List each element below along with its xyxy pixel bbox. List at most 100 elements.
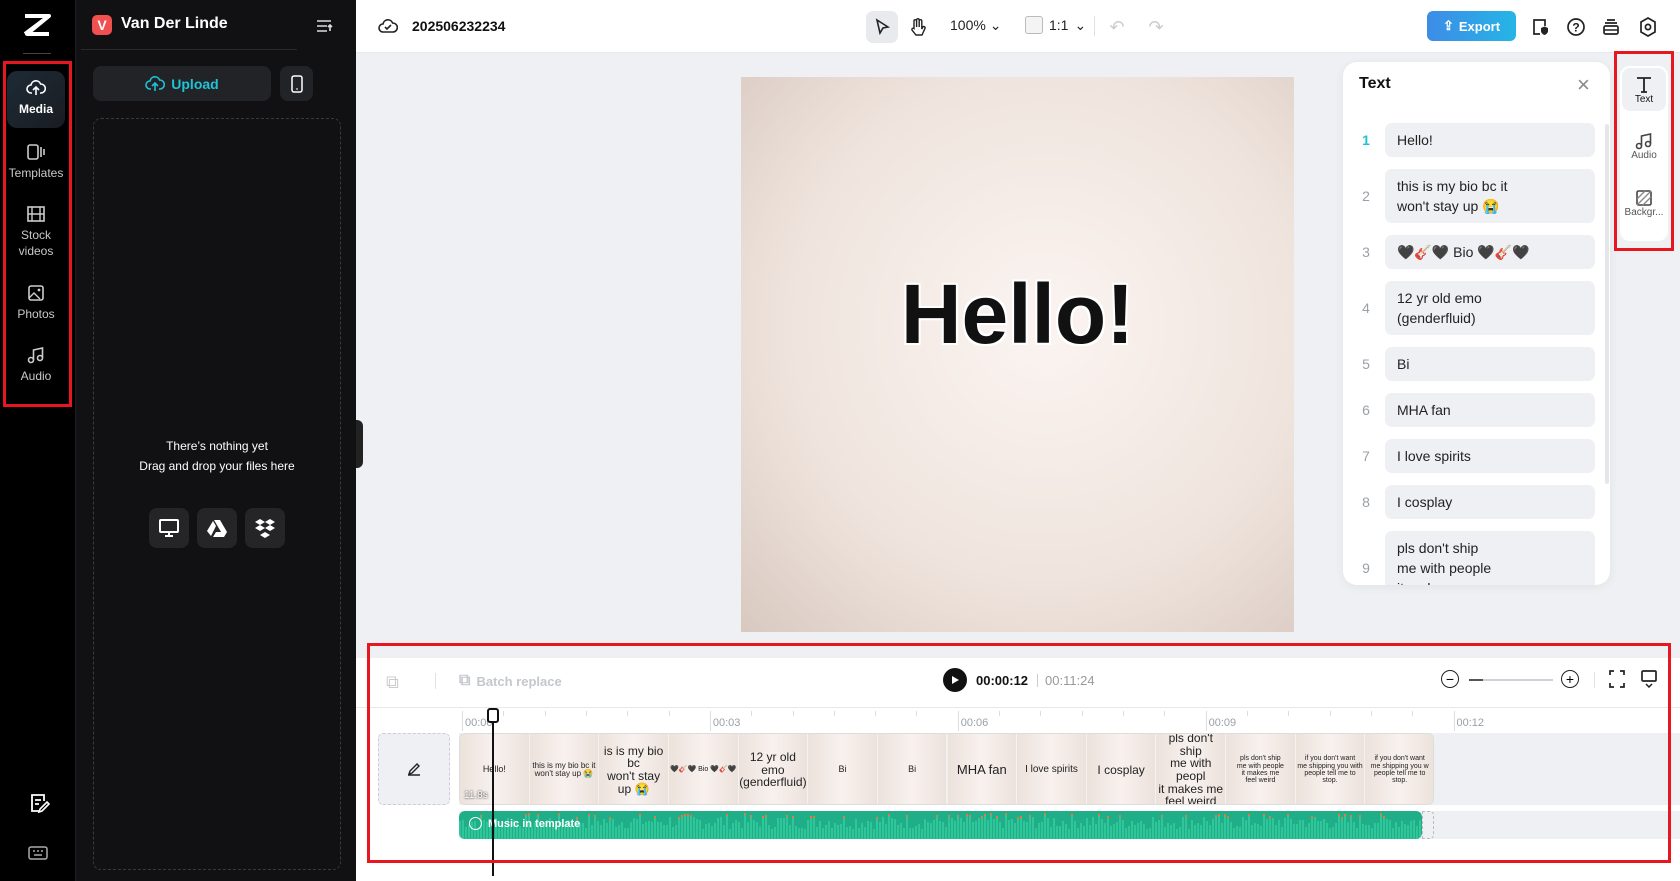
preview-mode-icon[interactable] bbox=[1641, 670, 1657, 693]
play-button[interactable] bbox=[943, 668, 967, 692]
workspace-name[interactable]: Van Der Linde bbox=[121, 15, 228, 33]
rail-item-templates[interactable]: Templates bbox=[7, 143, 65, 181]
feedback-icon[interactable] bbox=[28, 792, 51, 819]
waveform-bar bbox=[1125, 827, 1127, 839]
license-check-button[interactable] bbox=[1524, 11, 1556, 43]
dropbox-button[interactable] bbox=[245, 508, 285, 548]
playhead[interactable] bbox=[486, 708, 499, 876]
scrollbar[interactable] bbox=[1605, 124, 1609, 484]
text-item-field[interactable]: I cosplay bbox=[1385, 485, 1595, 519]
text-item-field[interactable]: this is my bio bc it won't stay up 😭 bbox=[1385, 169, 1595, 223]
clip-frame-thumbnail: if you don't want me shipping you with p… bbox=[1295, 734, 1366, 804]
phone-upload-button[interactable] bbox=[280, 66, 313, 101]
batch-replace-button[interactable]: ⧉ Batch replace bbox=[459, 672, 562, 690]
waveform-bar bbox=[1098, 814, 1100, 839]
waveform-bar bbox=[681, 815, 683, 839]
upload-from-computer-button[interactable] bbox=[149, 508, 189, 548]
fit-screen-icon[interactable] bbox=[1609, 670, 1625, 693]
settings-button[interactable] bbox=[1632, 11, 1664, 43]
waveform-bar bbox=[1173, 822, 1175, 839]
waveform-bar bbox=[723, 824, 725, 839]
export-button[interactable]: ⇪ Export bbox=[1427, 11, 1516, 41]
rail-item-audio[interactable]: Audio bbox=[7, 346, 65, 384]
layers-button[interactable] bbox=[1595, 11, 1627, 43]
text-item-field[interactable]: Hello! bbox=[1385, 123, 1595, 157]
text-item-field[interactable]: I love spirits bbox=[1385, 439, 1595, 473]
text-list-item[interactable]: 8 I cosplay bbox=[1343, 485, 1610, 519]
canvas-text[interactable]: Hello! bbox=[901, 266, 1134, 363]
waveform-bar bbox=[1365, 825, 1367, 839]
video-canvas[interactable]: Hello! bbox=[741, 77, 1294, 632]
waveform-bar bbox=[816, 826, 818, 839]
capcut-logo[interactable] bbox=[22, 13, 52, 37]
playhead-handle[interactable] bbox=[486, 708, 499, 723]
text-list-item[interactable]: 6 MHA fan bbox=[1343, 393, 1610, 427]
video-clip[interactable]: if you don't want me shipping you w peop… bbox=[459, 733, 1434, 805]
right-rail-item-text[interactable]: Text bbox=[1622, 68, 1666, 111]
duplicate-icon[interactable]: ⧉ bbox=[386, 672, 399, 693]
audio-clip[interactable]: Music in template bbox=[459, 811, 1422, 839]
google-drive-button[interactable] bbox=[197, 508, 237, 548]
redo-button[interactable]: ↷ bbox=[1140, 11, 1172, 43]
waveform-bar bbox=[1047, 818, 1049, 839]
keyboard-shortcuts-icon[interactable] bbox=[28, 845, 48, 866]
waveform-bar bbox=[663, 824, 665, 839]
waveform-bar bbox=[888, 814, 890, 839]
time-ruler[interactable]: 00:00 00:03 00:06 00:09 00:12 bbox=[356, 708, 1680, 733]
text-list-item[interactable]: 7 I love spirits bbox=[1343, 439, 1610, 473]
clip-frame-thumbnail: MHA fan bbox=[947, 734, 1018, 804]
rail-item-stock-videos[interactable]: Stock videos bbox=[7, 205, 65, 259]
text-item-field[interactable]: pls don't ship me with people it makes m… bbox=[1385, 531, 1595, 585]
waveform-bar bbox=[1362, 823, 1364, 839]
waveform-bar bbox=[873, 828, 875, 839]
waveform-bar bbox=[1059, 825, 1061, 839]
text-list-item[interactable]: 3 🖤🎸🖤 Bio 🖤🎸🖤 bbox=[1343, 235, 1610, 269]
audio-trim-handle[interactable] bbox=[1422, 811, 1434, 839]
text-list-item[interactable]: 5 Bi bbox=[1343, 347, 1610, 381]
project-name[interactable]: 202506232234 bbox=[412, 18, 505, 34]
add-cover-button[interactable] bbox=[378, 733, 450, 805]
close-icon[interactable]: × bbox=[1577, 72, 1590, 98]
sort-icon[interactable] bbox=[316, 18, 334, 39]
rail-item-media[interactable]: Media bbox=[7, 71, 65, 128]
ruler-minor-tick bbox=[1040, 711, 1042, 716]
waveform-bar bbox=[972, 822, 974, 839]
text-item-field[interactable]: MHA fan bbox=[1385, 393, 1595, 427]
waveform-bar bbox=[687, 814, 689, 839]
text-list-item[interactable]: 2 this is my bio bc it won't stay up 😭 bbox=[1343, 169, 1610, 223]
workspace-badge[interactable]: V bbox=[92, 15, 112, 35]
text-item-field[interactable]: Bi bbox=[1385, 347, 1595, 381]
waveform-bar bbox=[708, 823, 710, 839]
waveform-bar bbox=[1071, 813, 1073, 839]
text-item-field[interactable]: 🖤🎸🖤 Bio 🖤🎸🖤 bbox=[1385, 235, 1595, 269]
waveform-bar bbox=[597, 821, 599, 839]
text-list-item[interactable]: 4 12 yr old emo (genderfluid) bbox=[1343, 281, 1610, 335]
waveform-bar bbox=[1191, 820, 1193, 839]
right-rail-item-background[interactable]: Backgr... bbox=[1622, 183, 1666, 224]
help-button[interactable]: ? bbox=[1560, 11, 1592, 43]
zoom-out-button[interactable]: − bbox=[1441, 670, 1459, 688]
drop-zone[interactable] bbox=[93, 118, 341, 870]
rail-item-photos[interactable]: Photos bbox=[7, 284, 65, 322]
zoom-slider[interactable] bbox=[1469, 679, 1553, 681]
upload-button[interactable]: Upload bbox=[93, 66, 271, 101]
zoom-dropdown[interactable]: 100% ⌄ bbox=[950, 17, 1001, 34]
select-tool-button[interactable] bbox=[866, 11, 898, 43]
cloud-saved-icon[interactable] bbox=[378, 17, 399, 40]
text-list-item[interactable]: 1 Hello! bbox=[1343, 123, 1610, 157]
text-list-item[interactable]: 9 pls don't ship me with people it makes … bbox=[1343, 531, 1610, 585]
hand-tool-button[interactable] bbox=[902, 11, 934, 43]
ratio-dropdown[interactable]: 1:1 ⌄ bbox=[1025, 16, 1086, 34]
waveform-bar bbox=[684, 813, 686, 839]
empty-subtitle: Drag and drop your files here bbox=[139, 459, 295, 473]
collapse-panel-handle[interactable] bbox=[356, 420, 363, 468]
rail-item-label: Templates bbox=[8, 166, 64, 180]
right-rail-item-audio[interactable]: Audio bbox=[1622, 126, 1666, 167]
waveform-bar bbox=[966, 813, 968, 839]
waveform-bar bbox=[669, 817, 671, 839]
text-item-field[interactable]: 12 yr old emo (genderfluid) bbox=[1385, 281, 1595, 335]
image-icon bbox=[28, 285, 44, 301]
zoom-value: 100% bbox=[950, 17, 986, 33]
zoom-in-button[interactable]: + bbox=[1561, 670, 1579, 688]
undo-button[interactable]: ↶ bbox=[1101, 11, 1133, 43]
